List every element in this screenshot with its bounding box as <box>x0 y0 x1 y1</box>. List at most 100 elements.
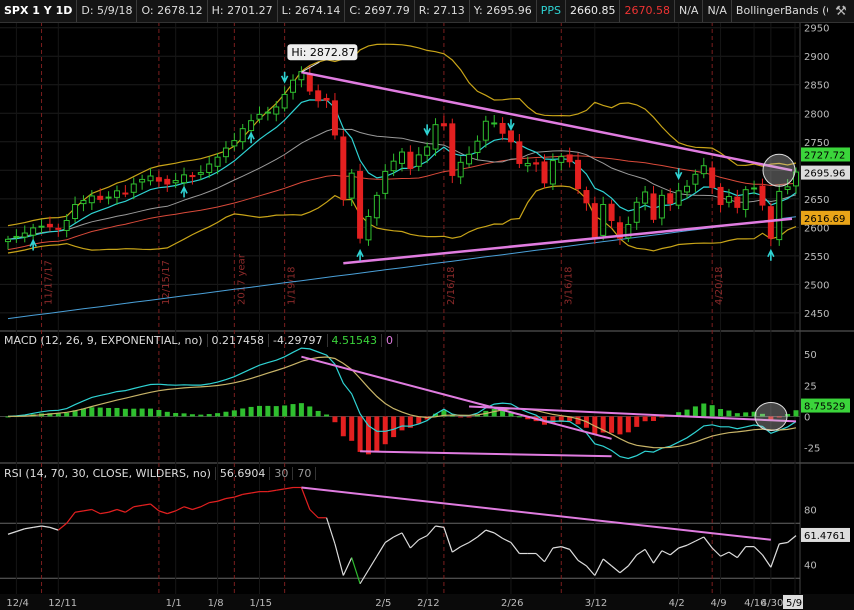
price-tick-label: 2850 <box>804 81 829 92</box>
time-tick-label: 2/5 <box>375 598 391 609</box>
candle-up <box>88 195 95 204</box>
macd-value-2: -4.29797 <box>269 334 328 347</box>
candle-down <box>650 193 657 220</box>
candle-up <box>365 215 372 241</box>
macd-hist-bar-up <box>701 403 707 417</box>
macd-hist-bar-down <box>634 416 640 427</box>
candle-down <box>449 123 456 176</box>
rsi-value-3: 70 <box>293 467 317 480</box>
candle-up <box>415 154 422 167</box>
chart-canvas[interactable]: 2450250025502600265027002750280028502900… <box>0 0 854 610</box>
macd-hist-bar-up <box>173 412 179 417</box>
time-tick-label: 5/9 <box>786 598 802 609</box>
candle-down <box>357 170 364 239</box>
macd-hist-bar-up <box>273 406 279 417</box>
candle-up <box>139 178 146 183</box>
macd-hist-bar-up <box>491 408 497 417</box>
candle-down <box>407 151 414 170</box>
candle-up <box>72 204 79 220</box>
macd-hist-bar-up <box>240 408 246 417</box>
vertical-marker-label: 2017 year <box>236 253 247 305</box>
time-tick-label: 4/9 <box>711 598 727 609</box>
candle-up <box>549 160 556 185</box>
candle-up <box>130 183 137 193</box>
candle-up <box>239 128 246 143</box>
candle-up <box>13 235 20 238</box>
candle-up <box>390 160 397 172</box>
candle-up <box>399 151 405 164</box>
candle-down <box>315 90 322 102</box>
macd-hist-bar-up <box>64 412 70 417</box>
candle-down <box>306 73 313 92</box>
candle-down <box>189 175 196 178</box>
candle-up <box>105 196 112 199</box>
macd-hist-bar-up <box>198 414 204 417</box>
candle-down <box>46 223 53 228</box>
price-tick-label: 2600 <box>804 223 829 234</box>
macd-hist-bar-up <box>122 408 128 417</box>
macd-hist-bar-up <box>139 408 145 417</box>
macd-hist-bar-up <box>256 405 262 417</box>
macd-hist-bar-up <box>131 408 137 417</box>
price-tick-label: 2800 <box>804 109 829 120</box>
macd-hist-bar-up <box>307 406 313 417</box>
macd-hist-bar-down <box>399 416 405 431</box>
time-tick-label: 4/2 <box>669 598 685 609</box>
pps-label: PPS <box>537 0 566 22</box>
macd-hist-bar-down <box>365 416 371 455</box>
macd-highlight-circle <box>754 401 788 431</box>
macd-name[interactable]: MACD (12, 26, 9, EXPONENTIAL, no) <box>0 334 208 347</box>
price-header-bar: SPX 1 Y 1D D: 5/9/18 O: 2678.12 H: 2701.… <box>0 0 854 23</box>
symbol-label[interactable]: SPX 1 Y 1D <box>0 0 78 22</box>
macd-hist-bar-up <box>164 411 170 417</box>
candle-up <box>382 170 389 194</box>
highlight-circle <box>762 153 796 187</box>
candle-up <box>692 173 699 185</box>
macd-hist-bar-down <box>349 416 355 441</box>
macd-hist-bar-down <box>617 416 623 435</box>
candle-up <box>742 189 749 210</box>
settings-wrench-icon[interactable]: ⚒ <box>828 0 854 22</box>
price-tag-label: 2616.69 <box>804 214 845 225</box>
candle-down <box>667 193 674 204</box>
pps-value-2: 2670.58 <box>620 0 675 22</box>
rsi-name[interactable]: RSI (14, 70, 30, CLOSE, WILDERS, no) <box>0 467 216 480</box>
time-tick-label: 1/8 <box>208 598 224 609</box>
macd-hist-bar-up <box>718 409 724 417</box>
candle-down <box>155 177 162 182</box>
macd-hist-bar-down <box>332 416 338 423</box>
rsi-value-1: 56.6904 <box>215 467 271 480</box>
macd-hist-bar-up <box>315 410 321 417</box>
candle-down <box>516 141 523 164</box>
date-value: D: 5/9/18 <box>77 0 138 22</box>
candle-up <box>466 153 473 165</box>
candle-up <box>432 124 439 150</box>
candle-down <box>440 123 447 127</box>
candle-up <box>273 106 280 115</box>
candle-up <box>30 227 37 236</box>
price-tick-label: 2950 <box>804 24 829 35</box>
macd-hist-bar-down <box>416 416 422 424</box>
macd-hist-bar-down <box>625 416 631 433</box>
macd-hist-bar-down <box>374 416 380 452</box>
candle-up <box>181 174 188 184</box>
candle-up <box>264 111 271 114</box>
vertical-marker-label: 4/20/18 <box>714 266 725 305</box>
rsi-value-2: 30 <box>270 467 294 480</box>
macd-hist-bar-up <box>743 412 749 417</box>
macd-hist-bar-down <box>575 416 581 425</box>
price-tag-label: 2695.96 <box>804 169 845 180</box>
candle-down <box>97 195 104 200</box>
time-tick-label: 1/15 <box>249 598 271 609</box>
candle-down <box>507 130 514 143</box>
high-value: H: 2701.27 <box>208 0 278 22</box>
hi-annotation-label: Hi: 2872.87 <box>291 46 355 59</box>
macd-hist-bar-up <box>248 406 254 417</box>
macd-hist-bar-up <box>298 403 304 417</box>
macd-hist-bar-up <box>265 405 271 417</box>
pps-value-1: 2660.85 <box>566 0 621 22</box>
macd-hist-bar-up <box>709 405 715 417</box>
price-tick-label: 2650 <box>804 195 829 206</box>
price-tick-label: 2450 <box>804 309 829 320</box>
macd-hist-bar-down <box>650 416 656 421</box>
